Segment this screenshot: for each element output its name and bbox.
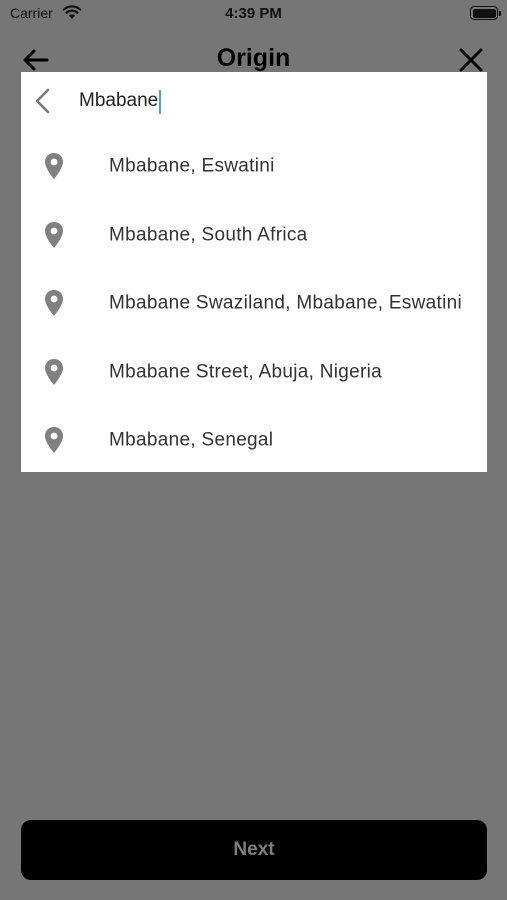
search-result-label: Mbabane, Eswatini — [109, 155, 275, 177]
next-button[interactable]: Next — [21, 820, 487, 880]
search-result-item[interactable]: Mbabane, Eswatini — [21, 132, 487, 201]
location-pin-icon — [43, 221, 65, 249]
search-result-item[interactable]: Mbabane, South Africa — [21, 201, 487, 270]
battery-icon — [470, 6, 501, 20]
search-row — [21, 72, 487, 132]
close-icon[interactable] — [457, 46, 485, 74]
status-bar: Carrier 4:39 PM — [0, 0, 507, 28]
location-pin-icon — [43, 289, 65, 317]
location-pin-icon — [43, 152, 65, 180]
text-caret — [159, 90, 162, 114]
location-pin-icon — [43, 358, 65, 386]
chevron-left-icon[interactable] — [31, 86, 55, 116]
search-result-item[interactable]: Mbabane Swaziland, Mbabane, Eswatini — [21, 269, 487, 338]
search-result-label: Mbabane, South Africa — [109, 224, 308, 246]
search-results-list: Mbabane, Eswatini Mbabane, South Africa … — [21, 132, 487, 475]
search-result-label: Mbabane, Senegal — [109, 429, 274, 451]
page-title: Origin — [216, 44, 291, 72]
search-result-label: Mbabane Swaziland, Mbabane, Eswatini — [109, 292, 463, 314]
search-result-label: Mbabane Street, Abuja, Nigeria — [109, 361, 383, 383]
search-input[interactable] — [79, 86, 469, 116]
search-panel: Mbabane, Eswatini Mbabane, South Africa … — [21, 72, 487, 472]
status-time: 4:39 PM — [225, 5, 282, 22]
search-result-item[interactable]: Mbabane, Senegal — [21, 406, 487, 475]
search-result-item[interactable]: Mbabane Street, Abuja, Nigeria — [21, 338, 487, 407]
location-pin-icon — [43, 426, 65, 454]
